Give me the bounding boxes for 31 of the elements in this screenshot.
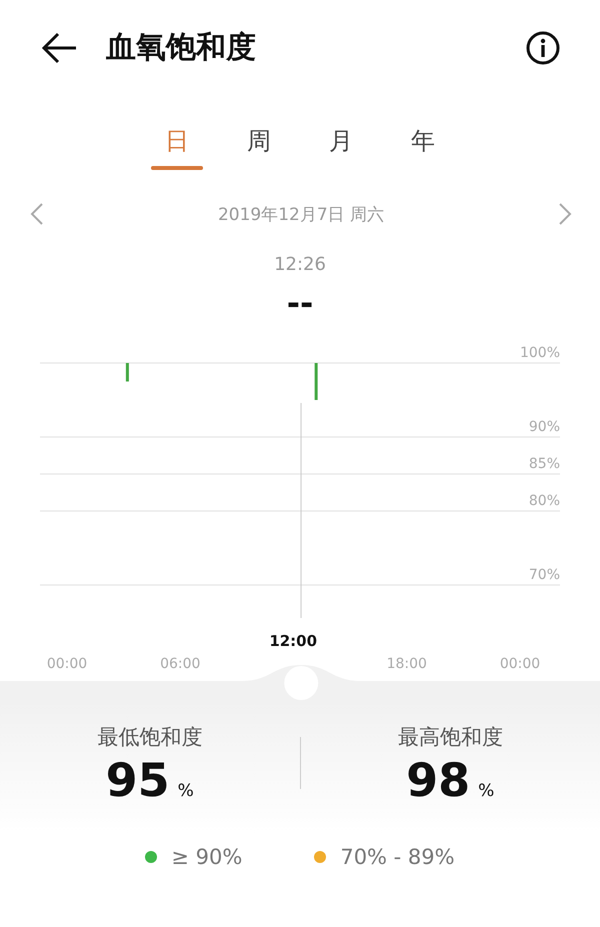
axis-label: 00:00 xyxy=(46,656,88,672)
stat-value: 98 xyxy=(406,757,470,803)
stat-label: 最高饱和度 xyxy=(398,724,503,751)
period-tab[interactable]: 周 xyxy=(233,120,285,170)
unit-label: % xyxy=(478,781,494,801)
period-tab[interactable]: 月 xyxy=(315,120,367,170)
selected-time-label: 12:00 xyxy=(269,632,318,650)
axis-label: 80% xyxy=(528,493,560,509)
legend-label: ≥ 90% xyxy=(171,845,242,869)
range-bar xyxy=(314,363,318,400)
stat-value: 95 xyxy=(106,757,170,803)
axis-label: 70% xyxy=(528,567,560,583)
axis-label: 85% xyxy=(528,456,560,472)
axis-label: 100% xyxy=(520,345,560,361)
range-bar xyxy=(126,363,129,382)
legend-label: 70% - 89% xyxy=(340,845,455,869)
reading-time: 12:26 xyxy=(274,254,326,275)
axis-label: 18:00 xyxy=(386,656,427,672)
back-button[interactable] xyxy=(40,31,78,65)
info-button[interactable] xyxy=(526,31,560,65)
date-label: 2019年12月7日 周六 xyxy=(218,204,384,226)
unit-label: % xyxy=(178,781,194,801)
axis-label: 90% xyxy=(528,419,560,435)
stat-label: 最低饱和度 xyxy=(97,724,202,751)
previous-button[interactable] xyxy=(30,202,44,226)
page-title: 血氧饱和度 xyxy=(106,33,257,63)
period-tab[interactable]: 年 xyxy=(397,120,449,170)
axis-label: 06:00 xyxy=(160,656,200,672)
reading-value: -- xyxy=(286,287,314,319)
axis-label: 00:00 xyxy=(500,656,540,672)
next-button[interactable] xyxy=(558,202,572,226)
